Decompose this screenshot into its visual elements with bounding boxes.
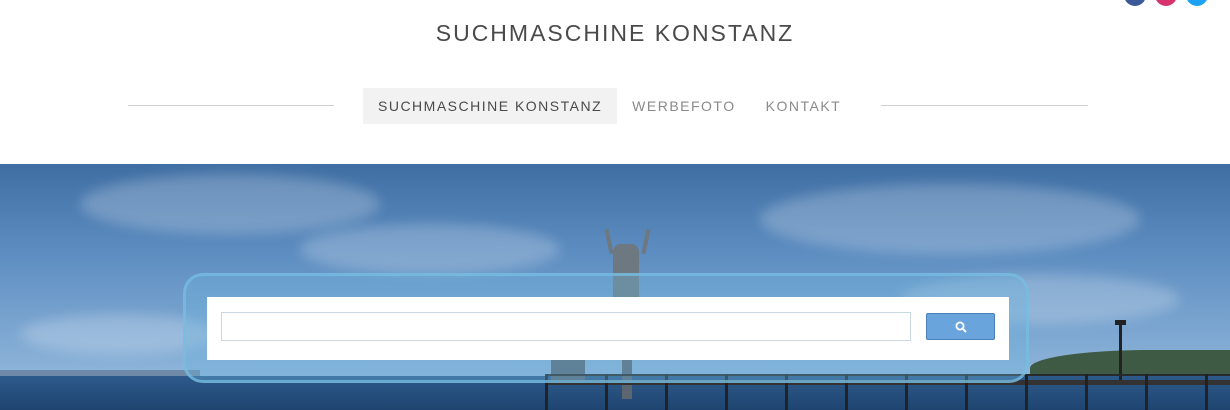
main-nav: SUCHMASCHINE KONSTANZ WERBEFOTO KONTAKT: [363, 88, 856, 124]
search-button[interactable]: [926, 313, 995, 340]
nav-item-werbefoto[interactable]: WERBEFOTO: [617, 88, 750, 124]
search-icon: [955, 321, 967, 333]
nav-item-suchmaschine-konstanz[interactable]: SUCHMASCHINE KONSTANZ: [363, 88, 618, 124]
nav-item-kontakt[interactable]: KONTAKT: [751, 88, 857, 124]
nav-divider-left: [128, 105, 334, 106]
site-title[interactable]: SUCHMASCHINE KONSTANZ: [0, 20, 1230, 47]
social-links: [1124, 0, 1208, 6]
search-box: [207, 297, 1009, 360]
instagram-icon[interactable]: [1155, 0, 1177, 6]
facebook-icon[interactable]: [1124, 0, 1146, 6]
twitter-icon[interactable]: [1186, 0, 1208, 6]
nav-divider-right: [881, 105, 1088, 106]
search-input[interactable]: [221, 312, 911, 341]
